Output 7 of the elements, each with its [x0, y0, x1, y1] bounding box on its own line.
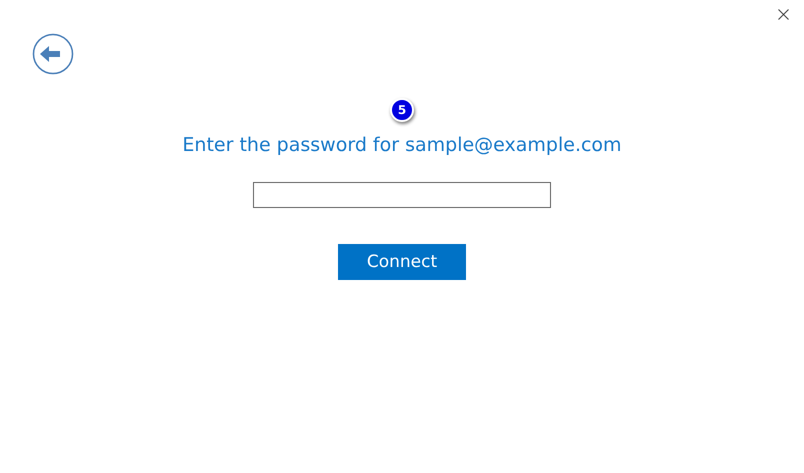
password-field[interactable]: [253, 182, 551, 208]
close-button[interactable]: [778, 9, 789, 20]
prompt-title: Enter the password for sample@example.com: [182, 134, 622, 156]
step-badge: 5: [390, 98, 414, 122]
connect-button[interactable]: Connect: [338, 244, 466, 280]
back-button[interactable]: [32, 33, 74, 75]
close-icon: [778, 9, 789, 20]
